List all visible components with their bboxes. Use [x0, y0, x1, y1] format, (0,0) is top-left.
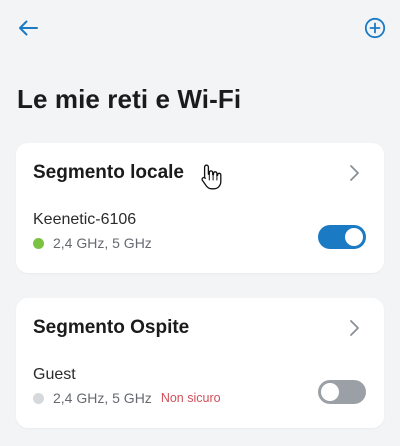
network-toggle-local[interactable] [318, 225, 366, 249]
toggle-knob [345, 228, 363, 246]
segment-header-local[interactable]: Segmento locale [16, 143, 384, 203]
network-info: 2,4 GHz, 5 GHz Non sicuro [33, 390, 221, 406]
network-toggle-guest[interactable] [318, 380, 366, 404]
page-title: Le mie reti e Wi-Fi [17, 84, 242, 114]
network-bands: 2,4 GHz, 5 GHz [53, 235, 152, 251]
network-bands: 2,4 GHz, 5 GHz [53, 390, 152, 406]
segment-header-guest[interactable]: Segmento Ospite [16, 298, 384, 358]
arrow-left-icon [19, 20, 38, 36]
network-name: Keenetic-6106 [33, 211, 137, 228]
status-dot-icon [33, 237, 44, 249]
network-name: Guest [33, 366, 76, 383]
segment-title: Segmento Ospite [33, 317, 190, 338]
chevron-right-icon [350, 320, 359, 336]
segment-card-guest: Segmento Ospite Guest 2,4 GHz, 5 GHz Non… [16, 298, 384, 428]
network-info: 2,4 GHz, 5 GHz [33, 235, 152, 251]
add-button[interactable] [361, 14, 389, 42]
insecure-warning: Non sicuro [160, 391, 221, 405]
status-dot-icon [33, 392, 44, 404]
chevron-right-icon [350, 165, 359, 181]
segment-title: Segmento locale [33, 162, 184, 183]
top-bar [0, 0, 400, 56]
back-button[interactable] [14, 14, 42, 42]
toggle-knob [321, 383, 339, 401]
plus-circle-icon [364, 17, 386, 39]
segment-card-local: Segmento locale Keenetic-6106 2,4 GHz, 5… [16, 143, 384, 273]
